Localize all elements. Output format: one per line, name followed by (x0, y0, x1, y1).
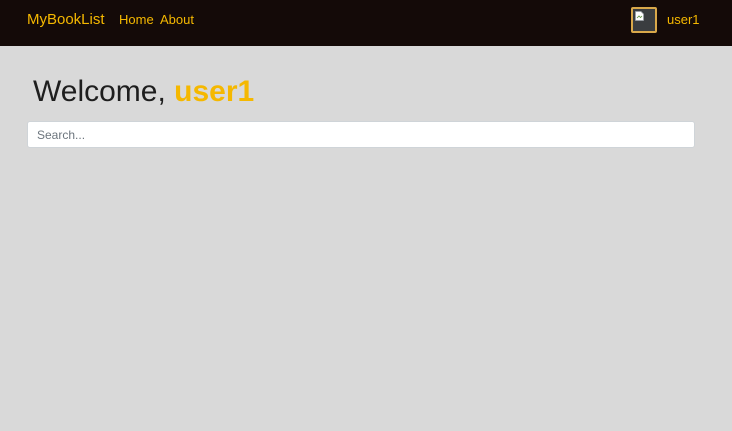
welcome-heading: Welcome, user1 (33, 74, 254, 110)
welcome-username: user1 (174, 75, 255, 108)
nav-link-about[interactable]: About (160, 12, 194, 28)
welcome-prefix: Welcome, (33, 75, 175, 108)
brand-link[interactable]: MyBookList (27, 11, 105, 29)
top-navbar: MyBookList Home About user1 (0, 0, 732, 46)
search-input[interactable] (27, 121, 695, 148)
broken-image-icon (635, 11, 644, 21)
avatar[interactable] (631, 7, 657, 33)
username-link[interactable]: user1 (667, 12, 700, 28)
nav-link-home[interactable]: Home (119, 12, 154, 28)
